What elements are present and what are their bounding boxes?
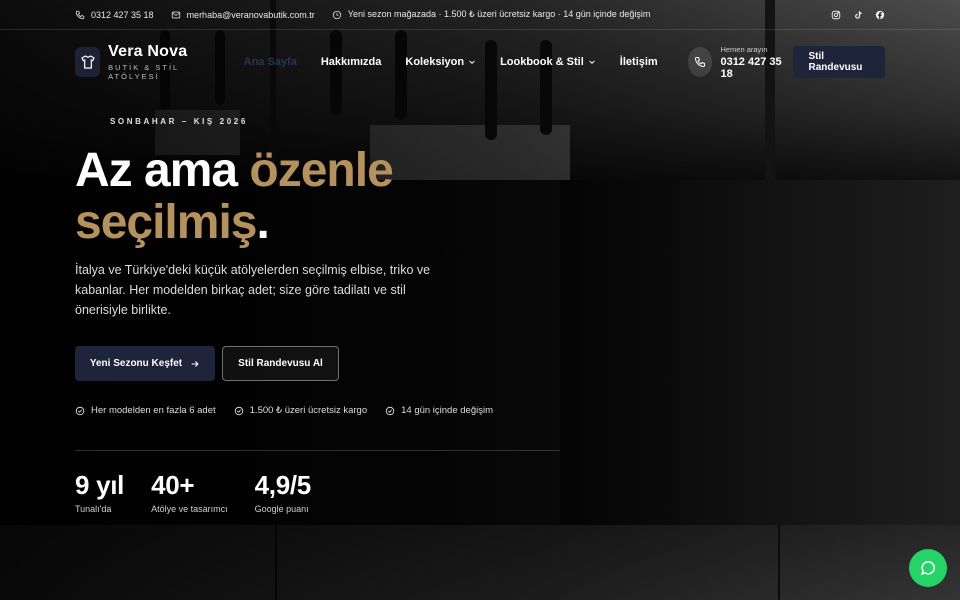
- headline-gold-2: seçilmiş: [75, 196, 257, 249]
- perk-text: Her modelden en fazla 6 adet: [91, 405, 216, 416]
- facebook-icon[interactable]: [875, 10, 885, 20]
- perk-item: Her modelden en fazla 6 adet: [75, 405, 216, 416]
- perk-item: 1.500 ₺ üzeri ücretsiz kargo: [234, 405, 367, 416]
- social-links: [831, 10, 885, 20]
- hero-lead: İtalya ve Türkiye'deki küçük atölyelerde…: [75, 263, 431, 317]
- brand-tagline: BUTİK & STİL ATÖLYESİ: [108, 63, 179, 81]
- season-label: SONBAHAR – KIŞ 2026: [110, 117, 248, 126]
- headline-white-2: .: [256, 196, 269, 249]
- mail-icon: [171, 10, 181, 20]
- phone-icon: [694, 56, 706, 68]
- stat-label: Atölye ve tasarımcı: [151, 504, 228, 514]
- brand-name: Vera Nova: [108, 43, 188, 60]
- hero-headline: Az ama özenle seçilmiş.: [75, 144, 394, 249]
- perk-text: 1.500 ₺ üzeri ücretsiz kargo: [249, 405, 368, 416]
- nav-home[interactable]: Ana Sayfa: [244, 56, 297, 68]
- topbar-phone[interactable]: 0312 427 35 18: [75, 10, 154, 20]
- tshirt-icon: [80, 54, 96, 70]
- nav-about-label: Hakkımızda: [320, 56, 382, 68]
- clock-icon: [332, 10, 342, 20]
- topbar-email[interactable]: merhaba@veranovabutik.com.tr: [171, 10, 315, 20]
- chevron-down-icon: [588, 58, 596, 66]
- call-label: Hemen arayın: [720, 44, 768, 54]
- headline-gold-1: özenle: [249, 144, 393, 197]
- main-nav: Ana Sayfa Hakkımızda Koleksiyon Lookbook…: [244, 56, 658, 68]
- nav-lookbook[interactable]: Lookbook & Stil: [500, 56, 596, 68]
- header-appointment-button[interactable]: Stil Randevusu: [792, 46, 885, 78]
- top-info-bar: 0312 427 35 18 merhaba@veranovabutik.com…: [0, 0, 960, 30]
- stat-label: Google puanı: [254, 504, 309, 514]
- call-icon-circle: [687, 47, 713, 77]
- arrow-right-icon: [190, 359, 200, 369]
- brand-text[interactable]: Vera Nova BUTİK & STİL ATÖLYESİ: [108, 43, 214, 81]
- discover-season-label: Yeni Sezonu Keşfet: [89, 358, 183, 369]
- stats-row: 9 yıl Tunalı'da 40+ Atölye ve tasarımcı …: [75, 470, 311, 514]
- chevron-down-icon: [468, 58, 476, 66]
- perk-item: 14 gün içinde değişim: [385, 405, 493, 416]
- nav-lookbook-label: Lookbook & Stil: [500, 56, 584, 68]
- nav-contact[interactable]: İletişim: [620, 56, 658, 68]
- nav-about[interactable]: Hakkımızda: [321, 56, 382, 68]
- chat-bubble-icon: [919, 559, 937, 577]
- nav-home-label: Ana Sayfa: [243, 56, 297, 68]
- nav-collection-label: Koleksiyon: [405, 56, 465, 68]
- stat-item: 40+ Atölye ve tasarımcı: [151, 470, 228, 514]
- stat-value: 40+: [151, 470, 195, 500]
- perk-text: 14 gün içinde değişim: [401, 405, 494, 416]
- topbar-email-text: merhaba@veranovabutik.com.tr: [186, 9, 315, 20]
- book-appointment-button[interactable]: Stil Randevusu Al: [222, 346, 339, 381]
- check-circle-icon: [75, 406, 85, 416]
- tiktok-icon[interactable]: [853, 10, 863, 20]
- hero-divider: [75, 450, 560, 451]
- topbar-phone-text: 0312 427 35 18: [91, 9, 154, 20]
- main-header: Vera Nova BUTİK & STİL ATÖLYESİ Ana Sayf…: [0, 30, 960, 94]
- whatsapp-chat-button[interactable]: [909, 549, 947, 587]
- perks-list: Her modelden en fazla 6 adet 1.500 ₺ üze…: [75, 405, 493, 416]
- brand-logo[interactable]: [75, 47, 101, 77]
- check-circle-icon: [234, 406, 244, 416]
- nav-contact-label: İletişim: [619, 56, 658, 68]
- instagram-icon[interactable]: [831, 10, 841, 20]
- stat-value: 4,9/5: [254, 470, 312, 500]
- stat-item: 9 yıl Tunalı'da: [75, 470, 124, 514]
- phone-icon: [75, 10, 85, 20]
- topbar-notice: Yeni sezon mağazada · 1.500 ₺ üzeri ücre…: [332, 9, 651, 20]
- stat-value: 9 yıl: [75, 470, 125, 500]
- check-circle-icon: [385, 406, 395, 416]
- topbar-notice-text: Yeni sezon mağazada · 1.500 ₺ üzeri ücre…: [347, 9, 651, 19]
- call-block[interactable]: Hemen arayın 0312 427 35 18: [687, 44, 784, 80]
- stat-item: 4,9/5 Google puanı: [254, 470, 312, 514]
- discover-season-button[interactable]: Yeni Sezonu Keşfet: [75, 346, 215, 381]
- call-number: 0312 427 35 18: [720, 55, 782, 80]
- stat-label: Tunalı'da: [75, 504, 112, 514]
- nav-collection[interactable]: Koleksiyon: [405, 56, 476, 68]
- headline-white-1: Az ama: [75, 144, 250, 197]
